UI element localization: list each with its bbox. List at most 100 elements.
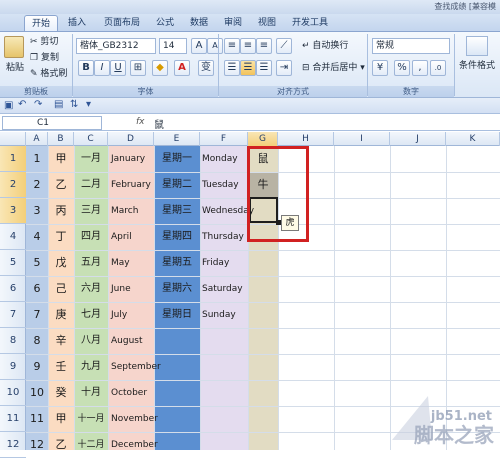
align-center-icon[interactable]: ☰	[240, 60, 256, 76]
cell[interactable]: October	[111, 380, 147, 406]
cell[interactable]: January	[111, 146, 145, 172]
cell[interactable]: 12	[26, 432, 48, 458]
cell[interactable]: 壬	[48, 354, 74, 380]
cell[interactable]: 星期日	[154, 302, 200, 328]
undo-icon[interactable]: ↶	[18, 99, 26, 110]
increase-decimal-icon[interactable]: .0	[430, 60, 446, 76]
font-size-select[interactable]: 14	[159, 38, 187, 54]
cell[interactable]: 乙	[48, 432, 74, 458]
align-left-icon[interactable]: ☰	[224, 60, 240, 76]
shrink-font-icon[interactable]: A	[207, 38, 223, 54]
fill-color-icon[interactable]: ◆	[152, 60, 168, 76]
row-header[interactable]: 2	[0, 172, 26, 198]
merge-center-button[interactable]: ⊟ 合并后居中 ▾	[302, 60, 365, 76]
cell[interactable]: 星期二	[154, 172, 200, 198]
row-header[interactable]: 11	[0, 406, 26, 432]
column-header[interactable]: J	[390, 132, 446, 146]
paste-button[interactable]: 粘贴	[6, 60, 24, 76]
cell[interactable]: Friday	[202, 250, 229, 276]
column-header[interactable]: B	[48, 132, 74, 146]
name-box[interactable]: C1	[2, 116, 102, 130]
cell[interactable]: 2	[26, 172, 48, 198]
cell[interactable]: 五月	[74, 250, 108, 276]
cell[interactable]: July	[111, 302, 127, 328]
cell[interactable]: 丙	[48, 198, 74, 224]
tab-data[interactable]: 数据	[184, 15, 214, 31]
tab-developer[interactable]: 开发工具	[286, 15, 334, 31]
cell[interactable]: 庚	[48, 302, 74, 328]
row-header[interactable]: 6	[0, 276, 26, 302]
cell[interactable]: 戊	[48, 250, 74, 276]
cell[interactable]: 辛	[48, 328, 74, 354]
currency-icon[interactable]: ¥	[372, 60, 388, 76]
cell[interactable]: Thursday	[202, 224, 244, 250]
wrap-text-button[interactable]: ↵ 自动换行	[302, 38, 348, 54]
cell[interactable]: 星期五	[154, 250, 200, 276]
row-header[interactable]: 5	[0, 250, 26, 276]
fx-icon[interactable]: fx	[136, 117, 145, 127]
cell[interactable]: March	[111, 198, 138, 224]
cell[interactable]: August	[111, 328, 143, 354]
column-header[interactable]: D	[108, 132, 154, 146]
cell[interactable]: 4	[26, 224, 48, 250]
cell[interactable]: 十一月	[74, 406, 108, 432]
row-header[interactable]: 1	[0, 146, 26, 172]
tab-review[interactable]: 审阅	[218, 15, 248, 31]
conditional-format-icon[interactable]	[466, 36, 488, 56]
tab-view[interactable]: 视图	[252, 15, 282, 31]
cell[interactable]: 七月	[74, 302, 108, 328]
cell[interactable]: 三月	[74, 198, 108, 224]
column-header[interactable]: A	[26, 132, 48, 146]
cell[interactable]: May	[111, 250, 130, 276]
cell[interactable]: 九月	[74, 354, 108, 380]
comma-button[interactable]: ,	[412, 60, 428, 76]
phonetic-button[interactable]: 变	[198, 60, 214, 76]
row-header[interactable]: 7	[0, 302, 26, 328]
row-header[interactable]: 4	[0, 224, 26, 250]
align-bottom-icon[interactable]: ≡	[256, 38, 272, 54]
cell[interactable]: 乙	[48, 172, 74, 198]
save-icon[interactable]: ▣	[4, 100, 13, 111]
tab-formulas[interactable]: 公式	[150, 15, 180, 31]
cell[interactable]: April	[111, 224, 132, 250]
formula-input[interactable]: 鼠	[154, 116, 164, 131]
cell[interactable]: June	[111, 276, 131, 302]
percent-button[interactable]: %	[394, 60, 410, 76]
orientation-icon[interactable]: ⟋	[276, 38, 292, 54]
column-header[interactable]: E	[154, 132, 200, 146]
cell[interactable]: 六月	[74, 276, 108, 302]
cell[interactable]: November	[111, 406, 158, 432]
select-all-corner[interactable]	[0, 132, 26, 146]
row-header[interactable]: 10	[0, 380, 26, 406]
align-middle-icon[interactable]: ≡	[240, 38, 256, 54]
cell[interactable]: 一月	[74, 146, 108, 172]
cell[interactable]: 1	[26, 146, 48, 172]
border-icon[interactable]: ⊞	[130, 60, 146, 76]
cell[interactable]: Saturday	[202, 276, 243, 302]
cell[interactable]: 癸	[48, 380, 74, 406]
cell[interactable]: 己	[48, 276, 74, 302]
column-header[interactable]: K	[446, 132, 500, 146]
cell[interactable]: 星期一	[154, 146, 200, 172]
cell[interactable]: Sunday	[202, 302, 236, 328]
cut-button[interactable]: ✂ 剪切	[30, 34, 58, 50]
cell[interactable]: 星期四	[154, 224, 200, 250]
cell[interactable]: 十二月	[74, 432, 108, 458]
font-color-icon[interactable]: A	[174, 60, 190, 76]
conditional-format-button[interactable]: 条件格式	[459, 58, 495, 74]
grow-font-icon[interactable]: A	[191, 38, 207, 54]
column-header[interactable]: C	[74, 132, 108, 146]
align-top-icon[interactable]: ≡	[224, 38, 240, 54]
cell[interactable]: 8	[26, 328, 48, 354]
tab-home[interactable]: 开始	[24, 15, 58, 31]
row-header[interactable]: 3	[0, 198, 26, 224]
copy-button[interactable]: ❐ 复制	[30, 50, 59, 66]
cell[interactable]: 甲	[48, 406, 74, 432]
column-header[interactable]: H	[278, 132, 334, 146]
cell[interactable]: 11	[26, 406, 48, 432]
cell[interactable]: 7	[26, 302, 48, 328]
column-header[interactable]: G	[248, 132, 278, 146]
qat-customize-icon[interactable]: ▾	[86, 99, 91, 110]
underline-button[interactable]: U	[110, 60, 126, 76]
cell[interactable]: Tuesday	[202, 172, 239, 198]
